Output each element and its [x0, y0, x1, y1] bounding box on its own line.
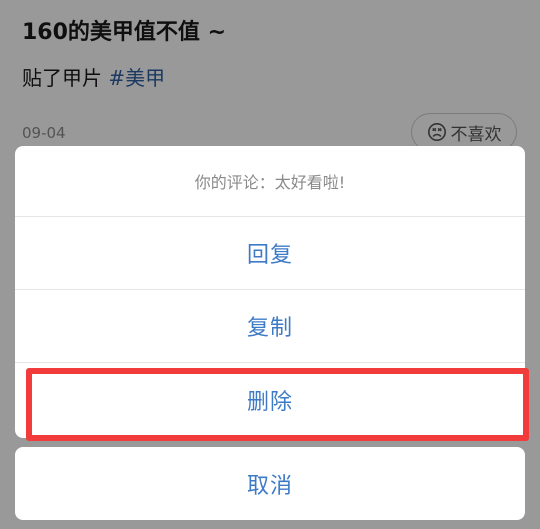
comment-action-sheet: 你的评论：太好看啦! 回复 复制 删除: [15, 146, 525, 438]
cancel-button[interactable]: 取消: [15, 447, 525, 520]
reply-button[interactable]: 回复: [15, 217, 525, 290]
sheet-header-comment: 你的评论：太好看啦!: [15, 146, 525, 217]
copy-button[interactable]: 复制: [15, 290, 525, 363]
delete-button[interactable]: 删除: [15, 363, 525, 436]
